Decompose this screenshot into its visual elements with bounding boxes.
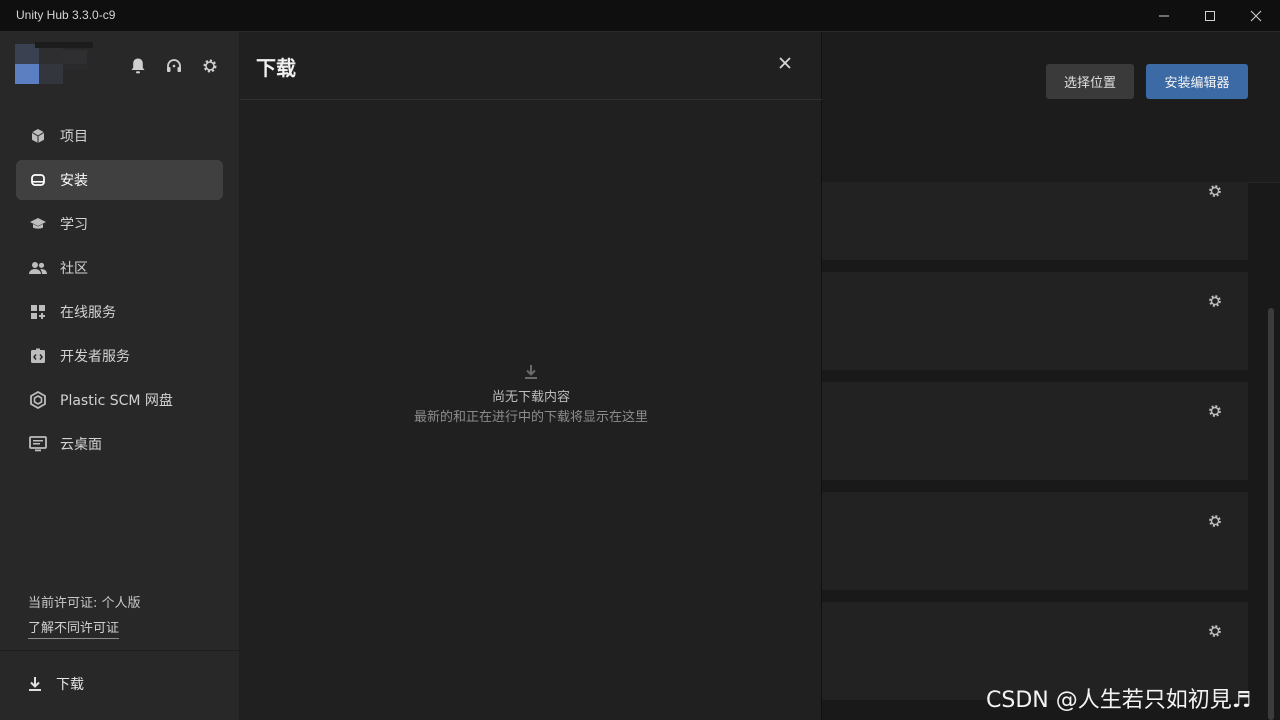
sidebar-item-label: 在线服务 [60, 305, 116, 321]
license-info: 当前许可证: 个人版 了解不同许可证 [28, 592, 141, 639]
sidebar-item-label: Plastic SCM 网盘 [60, 393, 173, 409]
settings-gear-icon[interactable] [1206, 292, 1224, 310]
settings-gear-icon[interactable] [1206, 182, 1224, 200]
license-status: 当前许可证: 个人版 [28, 596, 141, 611]
sidebar: 项目 安装 学习 社区 在线服务 开发者服务 Plastic SCM 网盘 云桌… [0, 32, 240, 720]
settings-gear-icon[interactable] [1206, 402, 1224, 420]
installs-view: 选择位置 安装编辑器 [822, 32, 1280, 720]
monitor-icon [28, 434, 48, 454]
sidebar-item-projects[interactable]: 项目 [16, 116, 223, 156]
sidebar-item-label: 安装 [60, 173, 88, 189]
settings-gear-icon[interactable] [1206, 622, 1224, 640]
minimize-icon [1159, 15, 1169, 17]
sidebar-item-label: 项目 [60, 129, 88, 145]
sidebar-item-online-services[interactable]: 在线服务 [16, 292, 223, 332]
maximize-button[interactable] [1187, 0, 1233, 32]
download-icon [240, 364, 822, 380]
settings-gear-icon[interactable] [1206, 512, 1224, 530]
license-compare-link[interactable]: 了解不同许可证 [28, 617, 120, 639]
sidebar-item-label: 社区 [60, 261, 88, 277]
empty-state: 尚无下载内容 最新的和正在进行中的下载将显示在这里 [240, 364, 822, 428]
install-card[interactable] [822, 182, 1248, 260]
graduation-cap-icon [28, 214, 48, 234]
empty-state-description: 最新的和正在进行中的下载将显示在这里 [413, 410, 648, 425]
maximize-icon [1205, 11, 1215, 21]
close-panel-button[interactable] [774, 52, 796, 74]
cube-icon [28, 126, 48, 146]
grid-plus-icon [28, 302, 48, 322]
avatar[interactable] [15, 42, 95, 92]
sidebar-nav: 项目 安装 学习 社区 在线服务 开发者服务 Plastic SCM 网盘 云桌… [16, 116, 223, 468]
downloads-panel-header: 下载 [240, 32, 822, 100]
close-icon [779, 57, 791, 69]
sidebar-item-downloads[interactable]: 下载 [26, 674, 84, 694]
locate-button[interactable]: 选择位置 [1046, 64, 1134, 99]
install-card[interactable] [822, 492, 1248, 590]
empty-state-title: 尚无下载内容 [491, 390, 570, 405]
sidebar-item-installs[interactable]: 安装 [16, 160, 223, 200]
close-window-button[interactable] [1233, 0, 1279, 32]
install-card[interactable] [822, 382, 1248, 480]
downloads-panel: 下载 尚无下载内容 最新的和正在进行中的下载将显示在这里 [240, 32, 822, 720]
install-editor-button[interactable]: 安装编辑器 [1146, 64, 1248, 99]
download-icon [26, 675, 44, 693]
sidebar-item-label: 开发者服务 [60, 349, 130, 365]
support-headset-icon[interactable] [164, 56, 184, 76]
divider [0, 650, 240, 651]
window-title: Unity Hub 3.3.0-c9 [16, 8, 116, 22]
notifications-bell-icon[interactable] [128, 56, 148, 76]
sidebar-item-community[interactable]: 社区 [16, 248, 223, 288]
sidebar-item-developer-services[interactable]: 开发者服务 [16, 336, 223, 376]
sidebar-item-label: 下载 [56, 677, 84, 693]
watermark: CSDN @人生若只如初見♬ [986, 688, 1252, 713]
sidebar-item-label: 学习 [60, 217, 88, 233]
title-bar: Unity Hub 3.3.0-c9 [0, 0, 1280, 32]
installs-header: 选择位置 安装编辑器 [822, 32, 1280, 183]
sidebar-item-plastic-scm[interactable]: Plastic SCM 网盘 [16, 380, 223, 420]
downloads-panel-title: 下载 [256, 56, 296, 80]
close-icon [1250, 10, 1262, 22]
sidebar-item-cloud-desktop[interactable]: 云桌面 [16, 424, 223, 464]
people-icon [28, 258, 48, 278]
scrollbar[interactable] [1268, 308, 1274, 720]
drive-icon [28, 170, 48, 190]
settings-gear-icon[interactable] [200, 56, 220, 76]
sidebar-item-learn[interactable]: 学习 [16, 204, 223, 244]
sidebar-item-label: 云桌面 [60, 437, 102, 453]
minimize-button[interactable] [1141, 0, 1187, 32]
install-card[interactable] [822, 272, 1248, 370]
hexagon-icon [28, 390, 48, 410]
code-box-icon [28, 346, 48, 366]
